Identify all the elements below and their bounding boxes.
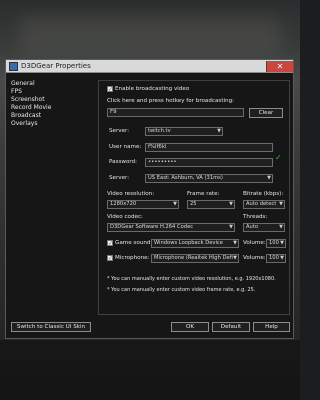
properties-dialog: D3DGear Properties ✕ General FPS Screens… — [5, 59, 294, 339]
chevron-down-icon: ▼ — [217, 128, 221, 134]
close-button[interactable]: ✕ — [266, 60, 293, 72]
switch-classic-skin-button[interactable]: Switch to Classic UI Skin — [11, 322, 91, 332]
microphone-label: Microphone: — [115, 255, 150, 261]
chevron-down-icon: ▼ — [280, 240, 284, 246]
sidebar-item-record-movie[interactable]: Record Movie — [11, 104, 96, 112]
mic-volume-select[interactable]: 100 ▼ — [266, 254, 286, 263]
help-button[interactable]: Help — [253, 322, 290, 332]
chevron-down-icon: ▼ — [233, 240, 237, 246]
enable-broadcast-label: Enable broadcasting video — [115, 86, 190, 92]
game-sound-select[interactable]: Windows Loopback Device ▼ — [151, 239, 239, 248]
chevron-down-icon: ▼ — [229, 201, 233, 207]
chevron-down-icon: ▼ — [279, 224, 283, 230]
sidebar-item-general[interactable]: General — [11, 80, 96, 88]
resolution-value: 1280x720 — [110, 201, 137, 207]
codec-label: Video codec: — [107, 214, 143, 220]
chevron-down-icon: ▼ — [229, 224, 233, 230]
server2-label: Server: — [109, 175, 130, 181]
title-bar: D3DGear Properties ✕ — [6, 60, 293, 73]
resolution-label: Video resolution: — [107, 191, 155, 197]
server-value: twitch.tv — [148, 128, 171, 134]
sidebar-item-fps[interactable]: FPS — [11, 88, 96, 96]
chevron-down-icon: ▼ — [173, 201, 177, 207]
verified-check-icon: ✓ — [275, 153, 282, 162]
resolution-note: * You can manually enter custom video re… — [107, 276, 276, 282]
microphone-select[interactable]: Microphone (Realtek High Defi ▼ — [151, 254, 239, 263]
bitrate-value: Auto detect — [246, 201, 277, 207]
chevron-down-icon: ▼ — [233, 255, 237, 261]
server-location-value: US East: Ashburn, VA (31ms) — [148, 175, 223, 181]
broadcast-settings-panel: ✓ Enable broadcasting video Click here a… — [98, 80, 290, 315]
window-title: D3DGear Properties — [21, 62, 91, 70]
app-icon — [9, 61, 18, 71]
game-volume-value: 100 — [269, 240, 279, 246]
sidebar-item-overlays[interactable]: Overlays — [11, 120, 96, 128]
server-location-select[interactable]: US East: Ashburn, VA (31ms) ▼ — [145, 174, 273, 183]
username-label: User name: — [109, 144, 142, 150]
hotkey-label[interactable]: Click here and press hotkey for broadcas… — [107, 98, 234, 104]
bitrate-label: Bitrate (kbps): — [243, 191, 284, 197]
resolution-select[interactable]: 1280x720 ▼ — [107, 200, 179, 209]
sidebar: General FPS Screenshot Record Movie Broa… — [11, 80, 96, 128]
mic-volume-value: 100 — [269, 255, 279, 261]
enable-broadcast-checkbox[interactable]: ✓ — [107, 86, 113, 93]
microphone-checkbox[interactable]: ✓ — [107, 255, 113, 262]
game-sound-label: Game sound: — [115, 240, 153, 246]
ok-button[interactable]: OK — [171, 322, 209, 332]
bitrate-select[interactable]: Auto detect ▼ — [243, 200, 285, 209]
chevron-down-icon: ▼ — [280, 255, 284, 261]
chevron-down-icon: ▼ — [279, 201, 283, 207]
hotkey-input[interactable]: F9 — [107, 108, 244, 117]
codec-select[interactable]: D3DGear Software H.264 Codec ▼ — [107, 223, 235, 232]
password-label: Password: — [109, 159, 138, 165]
threads-label: Threads: — [243, 214, 268, 220]
mic-volume-label: Volume: — [243, 255, 266, 261]
threads-value: Auto — [246, 224, 259, 230]
framerate-select[interactable]: 25 ▼ — [187, 200, 235, 209]
game-sound-value: Windows Loopback Device — [154, 240, 223, 246]
game-sound-checkbox[interactable]: ✓ — [107, 240, 113, 247]
password-input[interactable]: ••••••••• — [145, 158, 273, 167]
chevron-down-icon: ▼ — [267, 175, 271, 181]
microphone-value: Microphone (Realtek High Defi — [154, 255, 233, 261]
framerate-label: Frame rate: — [187, 191, 220, 197]
framerate-value: 25 — [190, 201, 197, 207]
default-button[interactable]: Default — [212, 322, 250, 332]
sidebar-item-broadcast[interactable]: Broadcast — [11, 112, 96, 120]
server-label: Server: — [109, 128, 130, 134]
sidebar-item-screenshot[interactable]: Screenshot — [11, 96, 96, 104]
game-volume-label: Volume: — [243, 240, 266, 246]
framerate-note: * You can manually enter custom video fr… — [107, 287, 256, 293]
username-input[interactable]: f%lf6kl — [145, 143, 273, 152]
game-volume-select[interactable]: 100 ▼ — [266, 239, 286, 248]
threads-select[interactable]: Auto ▼ — [243, 223, 285, 232]
server-select[interactable]: twitch.tv ▼ — [145, 127, 223, 136]
codec-value: D3DGear Software H.264 Codec — [110, 224, 194, 230]
clear-hotkey-button[interactable]: Clear — [249, 108, 283, 118]
